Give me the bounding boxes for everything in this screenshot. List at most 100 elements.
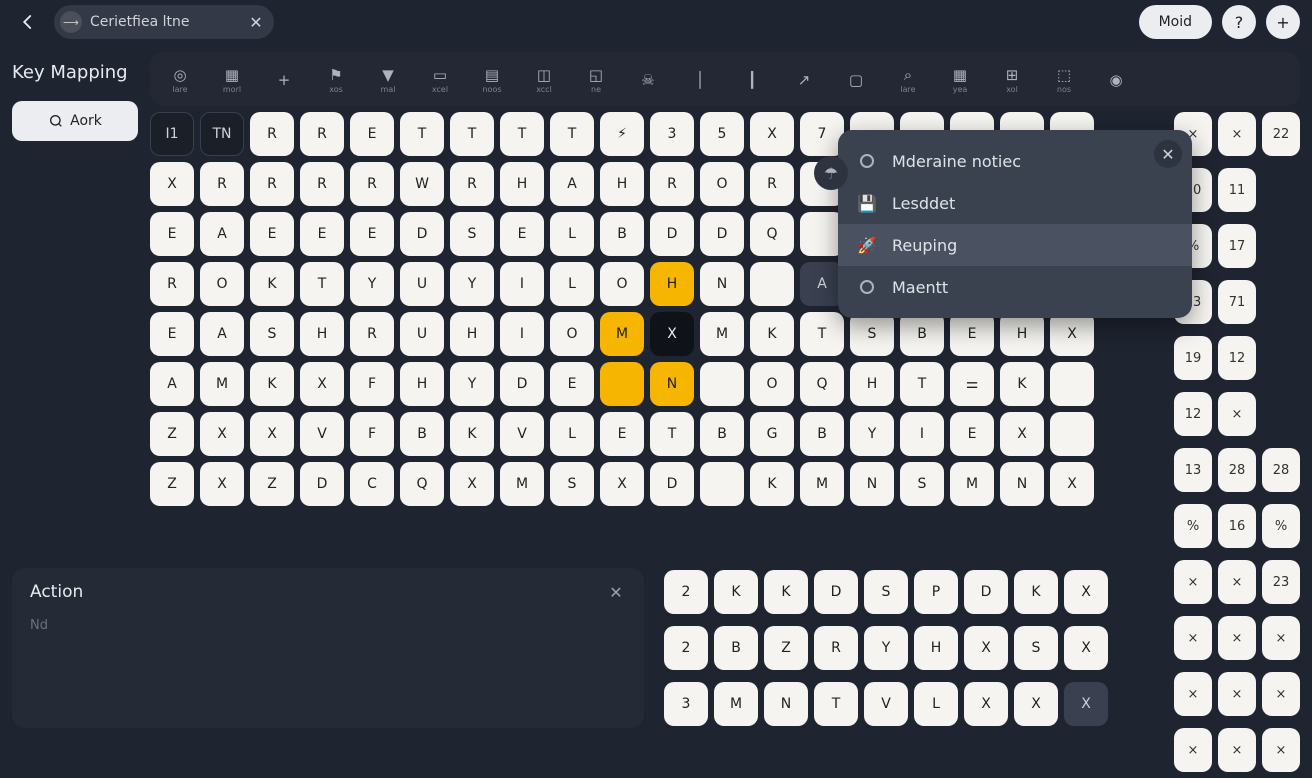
toolbar-skull-icon[interactable]: ☠ [626, 58, 670, 102]
lower-key-r2-c8[interactable]: X [1064, 682, 1108, 726]
toolbar-doc-icon[interactable]: ▢ [834, 58, 878, 102]
lower-key-r0-c7[interactable]: K [1014, 570, 1058, 614]
side-key-r0-c2[interactable]: 22 [1262, 112, 1300, 156]
key-r5-c16[interactable]: ⚌ [950, 362, 994, 406]
key-r4-c9[interactable]: M [600, 312, 644, 356]
key-r0-c5[interactable]: T [400, 112, 444, 156]
key-r0-c3[interactable]: R [300, 112, 344, 156]
key-r5-c3[interactable]: X [300, 362, 344, 406]
toolbar-camera-icon[interactable]: ◉ [1094, 58, 1138, 102]
toolbar-grid2-icon[interactable]: ▦yea [938, 58, 982, 102]
key-r5-c15[interactable]: T [900, 362, 944, 406]
toolbar-flag-icon[interactable]: ⚑xos [314, 58, 358, 102]
key-r3-c4[interactable]: Y [350, 262, 394, 306]
key-r7-c0[interactable]: Z [150, 462, 194, 506]
key-r6-c16[interactable]: E [950, 412, 994, 456]
key-r4-c4[interactable]: R [350, 312, 394, 356]
key-r5-c14[interactable]: H [850, 362, 894, 406]
key-r2-c7[interactable]: E [500, 212, 544, 256]
lower-key-r2-c3[interactable]: T [814, 682, 858, 726]
key-r7-c17[interactable]: N [1000, 462, 1044, 506]
toolbar-filter-icon[interactable]: ▼mal [366, 58, 410, 102]
key-r5-c9[interactable] [600, 362, 644, 406]
key-r2-c9[interactable]: B [600, 212, 644, 256]
key-r7-c2[interactable]: Z [250, 462, 294, 506]
key-r2-c2[interactable]: E [250, 212, 294, 256]
toolbar-window-icon[interactable]: ⊞xol [990, 58, 1034, 102]
key-r0-c12[interactable]: X [750, 112, 794, 156]
popup-item-1[interactable]: 💾Lesddet [838, 182, 1192, 224]
key-r1-c7[interactable]: H [500, 162, 544, 206]
key-r7-c11[interactable] [700, 462, 744, 506]
key-r7-c7[interactable]: M [500, 462, 544, 506]
key-r6-c2[interactable]: X [250, 412, 294, 456]
back-button[interactable] [12, 6, 44, 38]
key-r5-c4[interactable]: F [350, 362, 394, 406]
lower-key-r0-c5[interactable]: P [914, 570, 958, 614]
key-r6-c5[interactable]: B [400, 412, 444, 456]
key-r7-c4[interactable]: C [350, 462, 394, 506]
key-r4-c3[interactable]: H [300, 312, 344, 356]
key-r3-c1[interactable]: O [200, 262, 244, 306]
toolbar-bar1-icon[interactable]: │ [678, 58, 722, 102]
key-r0-c10[interactable]: 3 [650, 112, 694, 156]
key-r6-c12[interactable]: G [750, 412, 794, 456]
toolbar-card-icon[interactable]: ▭xcel [418, 58, 462, 102]
side-key-r1-c1[interactable]: 11 [1218, 168, 1256, 212]
key-r2-c10[interactable]: D [650, 212, 694, 256]
lower-key-r2-c2[interactable]: N [764, 682, 808, 726]
key-r3-c7[interactable]: I [500, 262, 544, 306]
key-r1-c8[interactable]: A [550, 162, 594, 206]
lower-key-r0-c8[interactable]: X [1064, 570, 1108, 614]
side-key-r9-c2[interactable]: × [1262, 616, 1300, 660]
key-r4-c13[interactable]: T [800, 312, 844, 356]
lower-key-r1-c0[interactable]: 2 [664, 626, 708, 670]
side-key-r11-c0[interactable]: × [1174, 728, 1212, 772]
key-r6-c17[interactable]: X [1000, 412, 1044, 456]
key-r5-c17[interactable]: K [1000, 362, 1044, 406]
side-key-r8-c2[interactable]: 23 [1262, 560, 1300, 604]
add-button[interactable]: + [1266, 5, 1300, 39]
key-r1-c5[interactable]: W [400, 162, 444, 206]
key-r7-c18[interactable]: X [1050, 462, 1094, 506]
side-key-r8-c0[interactable]: × [1174, 560, 1212, 604]
key-r0-c8[interactable]: T [550, 112, 594, 156]
toolbar-stairs-icon[interactable]: ▤noos [470, 58, 514, 102]
lower-key-r0-c3[interactable]: D [814, 570, 858, 614]
key-r1-c0[interactable]: X [150, 162, 194, 206]
lower-key-r1-c8[interactable]: X [1064, 626, 1108, 670]
key-r3-c0[interactable]: R [150, 262, 194, 306]
key-r6-c18[interactable] [1050, 412, 1094, 456]
key-r0-c9[interactable]: ⚡ [600, 112, 644, 156]
key-r6-c15[interactable]: I [900, 412, 944, 456]
lower-key-r1-c1[interactable]: B [714, 626, 758, 670]
popup-item-2[interactable]: 🚀Reuping [838, 224, 1192, 266]
key-r7-c12[interactable]: K [750, 462, 794, 506]
key-r4-c0[interactable]: E [150, 312, 194, 356]
toolbar-code-icon[interactable]: ⬚nos [1042, 58, 1086, 102]
lower-key-r0-c0[interactable]: 2 [664, 570, 708, 614]
key-r7-c15[interactable]: S [900, 462, 944, 506]
key-r7-c1[interactable]: X [200, 462, 244, 506]
help-button[interactable]: ? [1222, 5, 1256, 39]
key-r4-c6[interactable]: H [450, 312, 494, 356]
lower-key-r1-c2[interactable]: Z [764, 626, 808, 670]
side-key-r7-c0[interactable]: % [1174, 504, 1212, 548]
side-key-r11-c1[interactable]: × [1218, 728, 1256, 772]
key-r4-c15[interactable]: B [900, 312, 944, 356]
key-r1-c2[interactable]: R [250, 162, 294, 206]
side-key-r9-c1[interactable]: × [1218, 616, 1256, 660]
key-r1-c3[interactable]: R [300, 162, 344, 206]
toolbar-shape-icon[interactable]: ◫xccl [522, 58, 566, 102]
key-r4-c7[interactable]: I [500, 312, 544, 356]
key-r1-c12[interactable]: R [750, 162, 794, 206]
side-key-r5-c1[interactable]: × [1218, 392, 1256, 436]
key-r4-c17[interactable]: H [1000, 312, 1044, 356]
key-r2-c11[interactable]: D [700, 212, 744, 256]
key-r6-c7[interactable]: V [500, 412, 544, 456]
side-key-r10-c2[interactable]: × [1262, 672, 1300, 716]
popup-close-button[interactable]: ✕ [1154, 140, 1182, 168]
lower-key-r1-c5[interactable]: H [914, 626, 958, 670]
key-r4-c1[interactable]: A [200, 312, 244, 356]
key-r2-c5[interactable]: D [400, 212, 444, 256]
